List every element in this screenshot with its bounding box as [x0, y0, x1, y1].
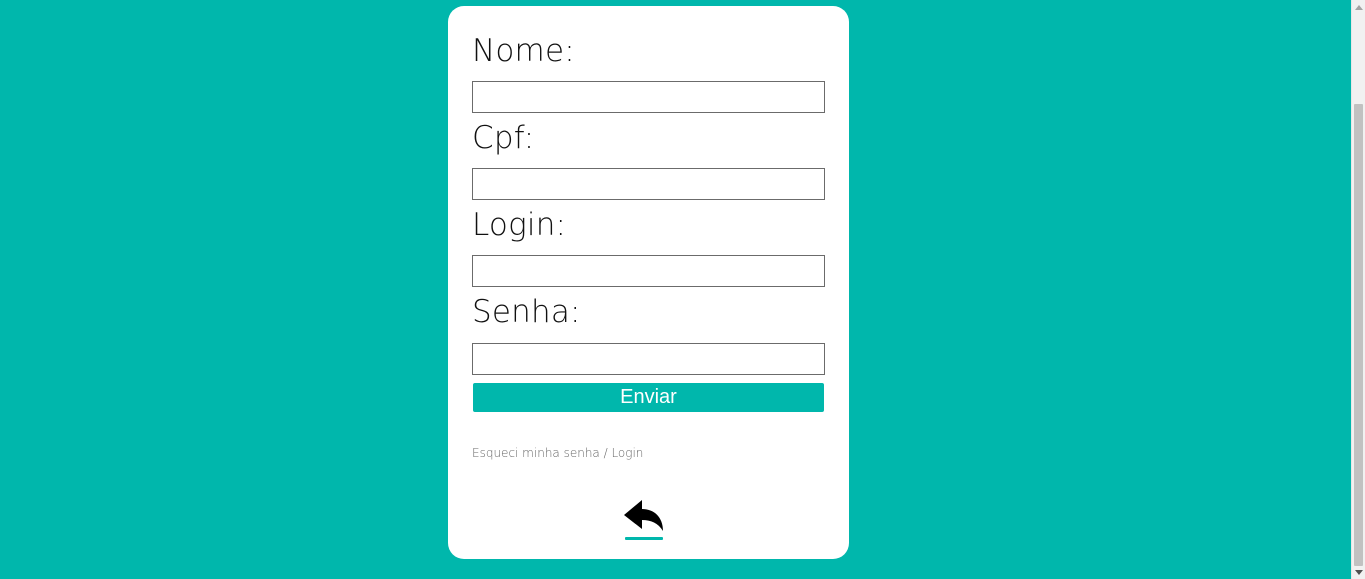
enviar-button[interactable]: Enviar	[472, 382, 825, 413]
scroll-up-icon[interactable]	[1352, 0, 1365, 14]
back-button[interactable]	[623, 497, 665, 541]
nome-input[interactable]	[472, 81, 825, 113]
cpf-label: Cpf:	[472, 120, 535, 156]
login-label: Login:	[472, 207, 567, 243]
nome-label: Nome:	[472, 33, 575, 69]
forgot-password-link[interactable]: Esqueci minha senha / Login	[472, 446, 643, 460]
back-underline	[625, 537, 663, 540]
scroll-thumb[interactable]	[1354, 104, 1363, 566]
reply-arrow-icon	[624, 500, 663, 531]
scroll-down-icon[interactable]	[1352, 565, 1365, 579]
registration-card: Nome: Cpf: Login: Senha: Enviar Esqueci …	[448, 6, 849, 559]
senha-input[interactable]	[472, 343, 825, 375]
senha-label: Senha:	[472, 294, 581, 330]
vertical-scrollbar[interactable]	[1351, 0, 1365, 579]
cpf-input[interactable]	[472, 168, 825, 200]
login-input[interactable]	[472, 255, 825, 287]
